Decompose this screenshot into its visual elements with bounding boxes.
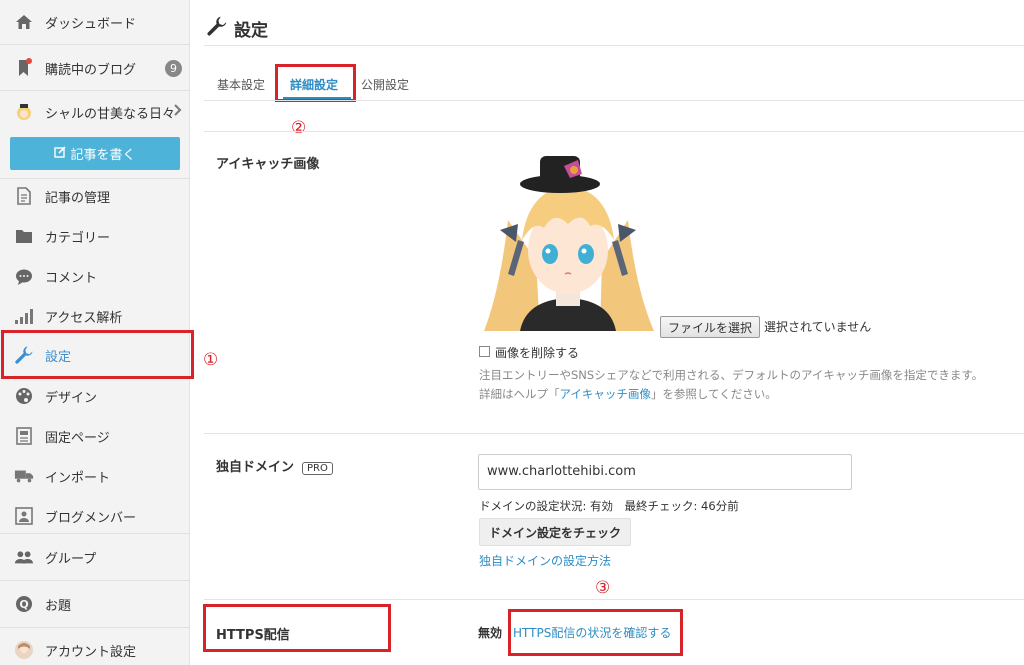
sidebar-item-label: 固定ページ (45, 430, 110, 446)
annotation-marker-1: ① (203, 350, 219, 370)
divider (204, 599, 1024, 600)
sidebar-item-articles[interactable]: 記事の管理 (0, 184, 190, 208)
delete-image-checkbox[interactable] (479, 346, 490, 357)
sidebar-item-label: ブログメンバー (45, 510, 137, 526)
bookmark-icon (14, 58, 34, 78)
highlight-box-settings (1, 330, 194, 379)
custom-domain-input[interactable]: www.charlottehibi.com (478, 454, 852, 490)
divider (0, 580, 190, 581)
sidebar-item-dashboard[interactable]: ダッシュボード (0, 10, 190, 34)
https-state: 無効 (478, 626, 503, 640)
annotation-marker-3: ③ (595, 578, 611, 598)
help-text-pre: 詳細はヘルプ「 (479, 387, 560, 401)
divider (204, 433, 1024, 434)
sidebar-item-label: お題 (45, 598, 72, 614)
unread-count-badge: 9 (165, 59, 182, 77)
file-status-text: 選択されていません (764, 320, 872, 334)
divider (0, 44, 190, 45)
pro-badge: PRO (302, 462, 333, 475)
question-icon: Q (14, 594, 34, 614)
sidebar-item-label: デザイン (45, 390, 98, 406)
sidebar-item-label: コメント (45, 270, 98, 286)
highlight-box-tab (275, 64, 356, 102)
svg-text:Q: Q (19, 598, 28, 611)
domain-status-text: ドメインの設定状況: 有効 最終チェック: 46分前 (479, 499, 739, 513)
eyecatch-help-link[interactable]: アイキャッチ画像 (560, 387, 651, 401)
account-icon (14, 640, 34, 660)
document-icon (14, 186, 34, 206)
sidebar-item-pages[interactable]: 固定ページ (0, 424, 190, 448)
eyecatch-label: アイキャッチ画像 (216, 157, 320, 172)
palette-icon (14, 386, 34, 406)
edit-icon (54, 145, 67, 162)
sidebar-item-label: アカウント設定 (45, 644, 137, 660)
eyecatch-image (478, 150, 658, 331)
sidebar: ダッシュボード 購読中のブログ 9 シャルの甘美なる日々 記事を書く 記事の管理… (0, 0, 194, 665)
sidebar-item-blog[interactable]: シャルの甘美なる日々 (0, 100, 190, 124)
sidebar-item-analytics[interactable]: アクセス解析 (0, 304, 190, 328)
custom-domain-label-text: 独自ドメイン (216, 460, 295, 475)
write-button-label: 記事を書く (70, 148, 136, 163)
sidebar-item-label: 購読中のブログ (45, 62, 137, 78)
sidebar-item-label: カテゴリー (45, 230, 111, 246)
sidebar-item-comments[interactable]: コメント (0, 264, 190, 288)
highlight-box-https-link (508, 609, 683, 656)
comment-icon (14, 266, 34, 286)
sidebar-item-members[interactable]: ブログメンバー (0, 504, 190, 528)
sidebar-item-label: グループ (45, 551, 97, 567)
sidebar-item-label: 記事の管理 (45, 190, 111, 206)
highlight-box-https-label (203, 604, 391, 652)
truck-icon (14, 466, 34, 486)
sidebar-item-subscribed[interactable]: 購読中のブログ 9 (0, 56, 190, 80)
sidebar-item-groups[interactable]: グループ (0, 545, 190, 569)
tab-basic[interactable]: 基本設定 (217, 76, 265, 93)
divider (204, 100, 1024, 101)
group-icon (14, 547, 34, 567)
tab-publish[interactable]: 公開設定 (361, 76, 409, 93)
folder-icon (14, 226, 34, 246)
custom-domain-label: 独自ドメイン PRO (216, 456, 333, 475)
eyecatch-help-text-2: 詳細はヘルプ「アイキャッチ画像」を参照してください。 (479, 386, 777, 402)
sidebar-item-label: アクセス解析 (45, 310, 123, 326)
annotation-marker-2: ② (291, 118, 307, 138)
sidebar-item-account[interactable]: アカウント設定 (0, 638, 190, 662)
eyecatch-help-text: 注目エントリーやSNSシェアなどで利用される、デフォルトのアイキャッチ画像を指定… (479, 368, 984, 382)
write-article-button[interactable]: 記事を書く (10, 137, 180, 170)
sidebar-item-label: ダッシュボード (45, 16, 137, 32)
page-title: 設定 (234, 21, 268, 41)
sidebar-item-label: インポート (45, 470, 111, 486)
divider (0, 533, 190, 534)
bar-chart-icon (14, 306, 34, 326)
divider (204, 45, 1024, 46)
divider (0, 178, 190, 179)
check-domain-button[interactable]: ドメイン設定をチェック (479, 518, 631, 546)
sidebar-item-import[interactable]: インポート (0, 464, 190, 488)
member-icon (14, 506, 34, 526)
domain-howto-link[interactable]: 独自ドメインの設定方法 (479, 552, 611, 569)
divider (0, 627, 190, 628)
sidebar-item-design[interactable]: デザイン (0, 384, 190, 408)
wrench-icon (206, 15, 228, 41)
delete-image-label[interactable]: 画像を削除する (495, 344, 579, 361)
page-icon (14, 426, 34, 446)
divider (0, 90, 190, 91)
home-icon (14, 12, 34, 32)
choose-file-button[interactable]: ファイルを選択 (660, 316, 760, 338)
help-text-post: 」を参照してください。 (650, 387, 777, 401)
blog-avatar-icon (14, 102, 34, 122)
divider (204, 131, 1024, 132)
sidebar-item-category[interactable]: カテゴリー (0, 224, 190, 248)
chevron-right-icon (174, 104, 182, 120)
sidebar-item-topics[interactable]: Q お題 (0, 592, 190, 616)
sidebar-item-label: シャルの甘美なる日々 (45, 106, 176, 122)
